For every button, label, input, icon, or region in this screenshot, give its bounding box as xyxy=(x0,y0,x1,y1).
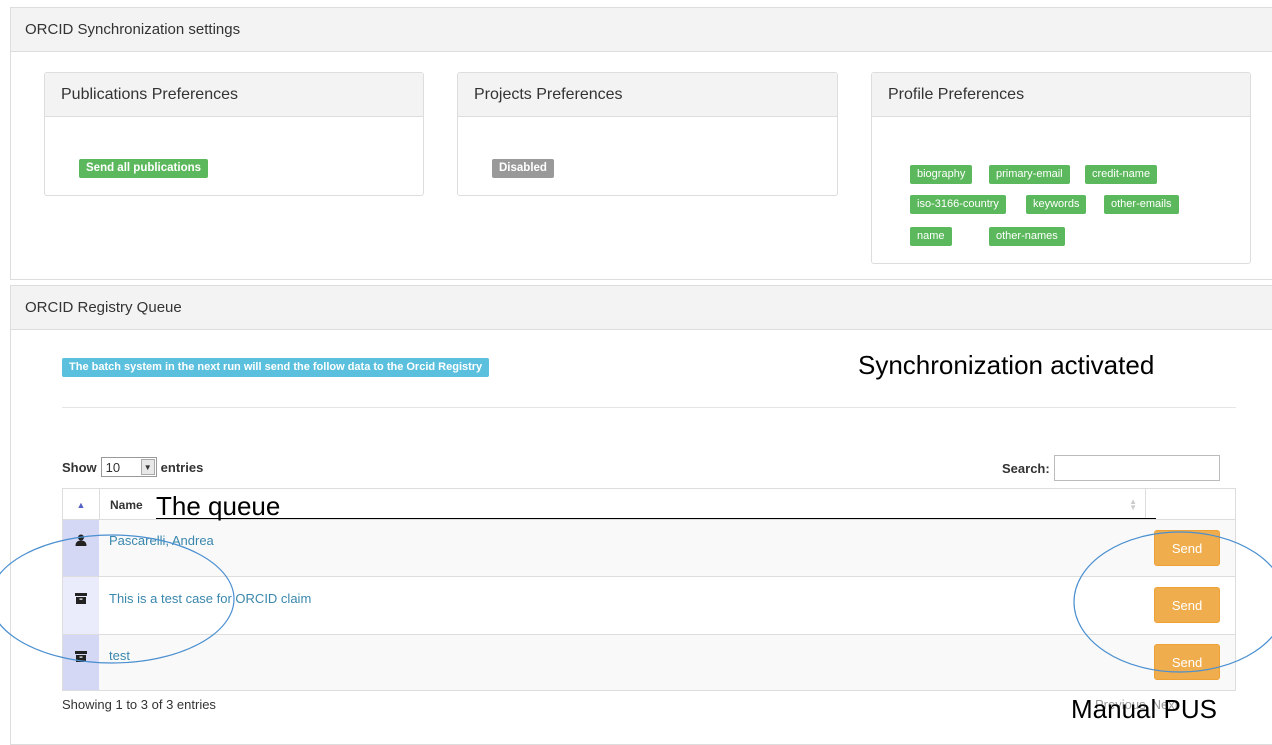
entries-label: entries xyxy=(160,459,204,475)
table-row: This is a test case for ORCID claim xyxy=(62,577,1236,635)
profile-tag: primary-email xyxy=(989,165,1070,184)
profile-preferences-heading: Profile Preferences xyxy=(872,73,1250,117)
archive-icon xyxy=(75,651,87,662)
profile-preferences-title: Profile Preferences xyxy=(888,85,1025,103)
profile-tag: keywords xyxy=(1026,195,1087,214)
table-row: test xyxy=(62,635,1236,691)
search-control: Search: xyxy=(1002,455,1220,481)
registry-queue-heading: ORCID Registry Queue xyxy=(11,286,1272,330)
person-icon xyxy=(75,534,87,546)
projects-preferences-heading: Projects Preferences xyxy=(458,73,837,117)
profile-tag: biography xyxy=(910,165,973,184)
send-button[interactable]: Send xyxy=(1154,644,1220,680)
row-icon-cell xyxy=(63,635,99,690)
search-label: Search: xyxy=(1002,460,1050,476)
publications-preferences-panel: Publications Preferences Send all public… xyxy=(44,72,424,196)
action-column-header xyxy=(1147,489,1235,520)
show-label: Show xyxy=(62,459,97,475)
archive-icon xyxy=(75,593,87,604)
table-row: Pascarelli, Andrea xyxy=(62,520,1236,577)
divider xyxy=(62,407,1236,408)
projects-preferences-panel: Projects Preferences Disabled xyxy=(457,72,838,196)
sync-settings-title: ORCID Synchronization settings xyxy=(25,21,241,38)
send-all-publications-badge: Send all publications xyxy=(79,159,209,178)
entries-select-value: 10 xyxy=(105,459,121,475)
projects-preferences-title: Projects Preferences xyxy=(474,85,623,103)
entries-select[interactable]: 10 ▼ xyxy=(100,457,157,477)
profile-tag: credit-name xyxy=(1085,165,1158,184)
profile-tag: name xyxy=(910,227,952,246)
batch-info-badge: The batch system in the next run will se… xyxy=(62,358,490,377)
send-button[interactable]: Send xyxy=(1154,587,1220,623)
registry-queue-title: ORCID Registry Queue xyxy=(25,299,182,316)
table-info-footer: Showing 1 to 3 of 3 entries xyxy=(62,697,216,712)
profile-tag: other-emails xyxy=(1104,195,1179,214)
sort-asc-icon: ▲ xyxy=(76,499,86,510)
queue-item-link[interactable]: This is a test case for ORCID claim xyxy=(109,591,311,606)
queue-item-link[interactable]: test xyxy=(109,648,130,663)
search-input[interactable] xyxy=(1053,455,1220,481)
queue-item-link[interactable]: Pascarelli, Andrea xyxy=(109,533,214,548)
profile-tag: other-names xyxy=(989,227,1065,246)
annotation-manual-push: Manual PUS xyxy=(1071,694,1217,724)
annotation-sync-activated: Synchronization activated xyxy=(858,350,1155,380)
sort-icon-column-header[interactable]: ▲ xyxy=(63,489,100,520)
profile-preferences-panel: Profile Preferences biography primary-em… xyxy=(871,72,1251,264)
name-column-label: Name xyxy=(110,497,143,512)
row-icon-cell xyxy=(63,577,99,634)
publications-preferences-title: Publications Preferences xyxy=(61,85,238,103)
annotation-underline xyxy=(156,518,1156,519)
send-button[interactable]: Send xyxy=(1154,530,1220,566)
row-icon-cell xyxy=(63,520,99,576)
chevron-down-icon: ▼ xyxy=(140,459,155,475)
projects-disabled-badge: Disabled xyxy=(492,159,554,178)
sort-both-icon: ▲ ▼ xyxy=(1129,496,1137,512)
sync-settings-heading: ORCID Synchronization settings xyxy=(11,8,1272,52)
profile-tag: iso-3166-country xyxy=(910,195,1006,214)
show-entries-control: Show 10 ▼ entries xyxy=(62,456,203,478)
publications-preferences-heading: Publications Preferences xyxy=(45,73,423,117)
